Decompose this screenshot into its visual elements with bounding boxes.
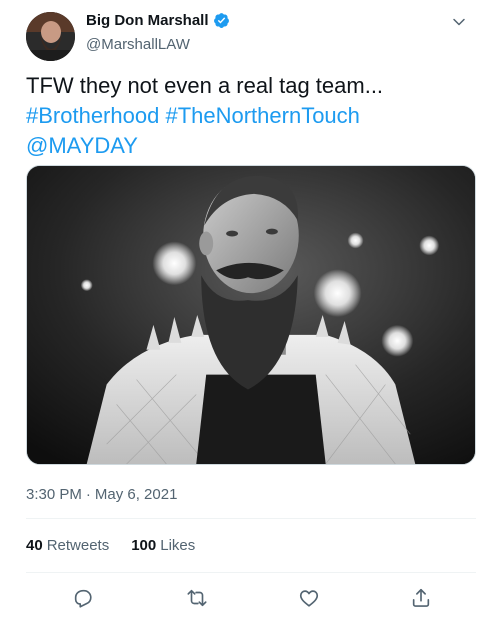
author-display-name[interactable]: Big Don Marshall: [86, 12, 209, 29]
retweets-stat[interactable]: 40 Retweets: [26, 537, 109, 554]
likes-stat[interactable]: 100 Likes: [131, 537, 195, 554]
avatar[interactable]: [26, 12, 75, 61]
tweet-media-image[interactable]: [26, 165, 476, 465]
divider: [26, 518, 476, 519]
tweet-card: Big Don Marshall @MarshallLAW TFW they n…: [0, 0, 480, 623]
author-handle[interactable]: @MarshallLAW: [86, 36, 190, 53]
author-name-row[interactable]: Big Don Marshall: [86, 12, 230, 29]
tweet-stats: 40 Retweets 100 Likes: [26, 537, 195, 554]
tweet-text-line: TFW they not even a real tag team...: [26, 73, 384, 98]
reply-button[interactable]: [68, 583, 98, 613]
share-button[interactable]: [406, 583, 436, 613]
share-icon: [412, 588, 430, 607]
verified-badge-icon: [213, 12, 230, 29]
avatar-image: [26, 12, 75, 61]
hashtag-link[interactable]: #TheNorthernTouch: [165, 103, 359, 128]
tweet-text: TFW they not even a real tag team... #Br…: [26, 71, 466, 161]
reply-icon: [74, 589, 92, 608]
heart-icon: [299, 590, 319, 607]
tweet-timestamp[interactable]: 3:30 PM · May 6, 2021: [26, 486, 177, 503]
retweet-button[interactable]: [182, 583, 212, 613]
retweets-count: 40: [26, 537, 43, 554]
chevron-down-icon[interactable]: [449, 12, 469, 32]
likes-count: 100: [131, 537, 157, 554]
tweet-action-bar: [26, 583, 476, 613]
tweet-time[interactable]: 3:30 PM: [26, 486, 82, 503]
meta-separator: ·: [85, 486, 91, 503]
like-button[interactable]: [294, 583, 324, 613]
divider: [26, 572, 476, 573]
likes-label: Likes: [160, 537, 196, 554]
retweets-label: Retweets: [46, 537, 110, 554]
retweet-icon: [187, 589, 207, 607]
tweet-date[interactable]: May 6, 2021: [95, 486, 178, 503]
hashtag-link[interactable]: #Brotherhood: [26, 103, 159, 128]
mention-link[interactable]: @MAYDAY: [26, 133, 138, 158]
